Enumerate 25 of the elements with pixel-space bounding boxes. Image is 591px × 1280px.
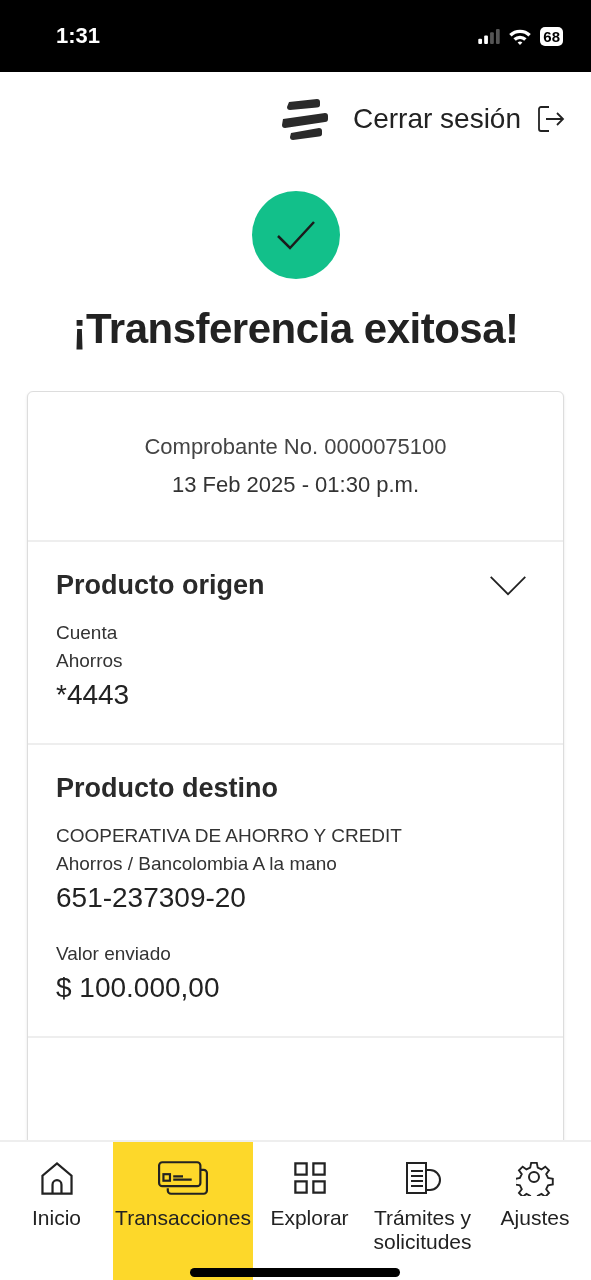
cards-icon: [158, 1160, 208, 1196]
logout-icon: [537, 104, 565, 133]
detail-value: 651-237309-20: [56, 881, 247, 915]
settings-icon: [516, 1160, 554, 1196]
signal-icon: [478, 28, 501, 44]
detail-label: Cuenta: [56, 621, 119, 645]
detail-value: *4443: [56, 678, 131, 712]
detail-label: Ahorros / Bancolombia A la mano: [56, 852, 338, 876]
battery-indicator: 68: [540, 26, 563, 46]
logo-icon: [280, 97, 329, 140]
document-icon: [403, 1160, 442, 1196]
wifi-icon: [508, 27, 533, 45]
detail-label: Ahorros: [56, 649, 124, 673]
success-title: ¡Transferencia exitosa!: [72, 305, 519, 353]
receipt-number: Comprobante No. 0000075100: [144, 434, 447, 460]
logout-button[interactable]: Cerrar sesión: [352, 102, 565, 135]
clock-time: 1:31: [56, 23, 101, 49]
nav-tab[interactable]: Transacciones: [113, 1142, 253, 1280]
receipt-date: 13 Feb 2025 - 01:30 p.m.: [171, 472, 420, 498]
detail-value: $ 100.000,00: [56, 971, 221, 1005]
detail-label: Valor enviado: [56, 942, 172, 966]
chevron-down-icon[interactable]: [489, 575, 527, 596]
section-title: Producto origen: [56, 570, 265, 601]
detail-label: COOPERATIVA DE AHORRO Y CREDIT: [56, 824, 403, 848]
section-title: Producto destino: [56, 773, 278, 804]
